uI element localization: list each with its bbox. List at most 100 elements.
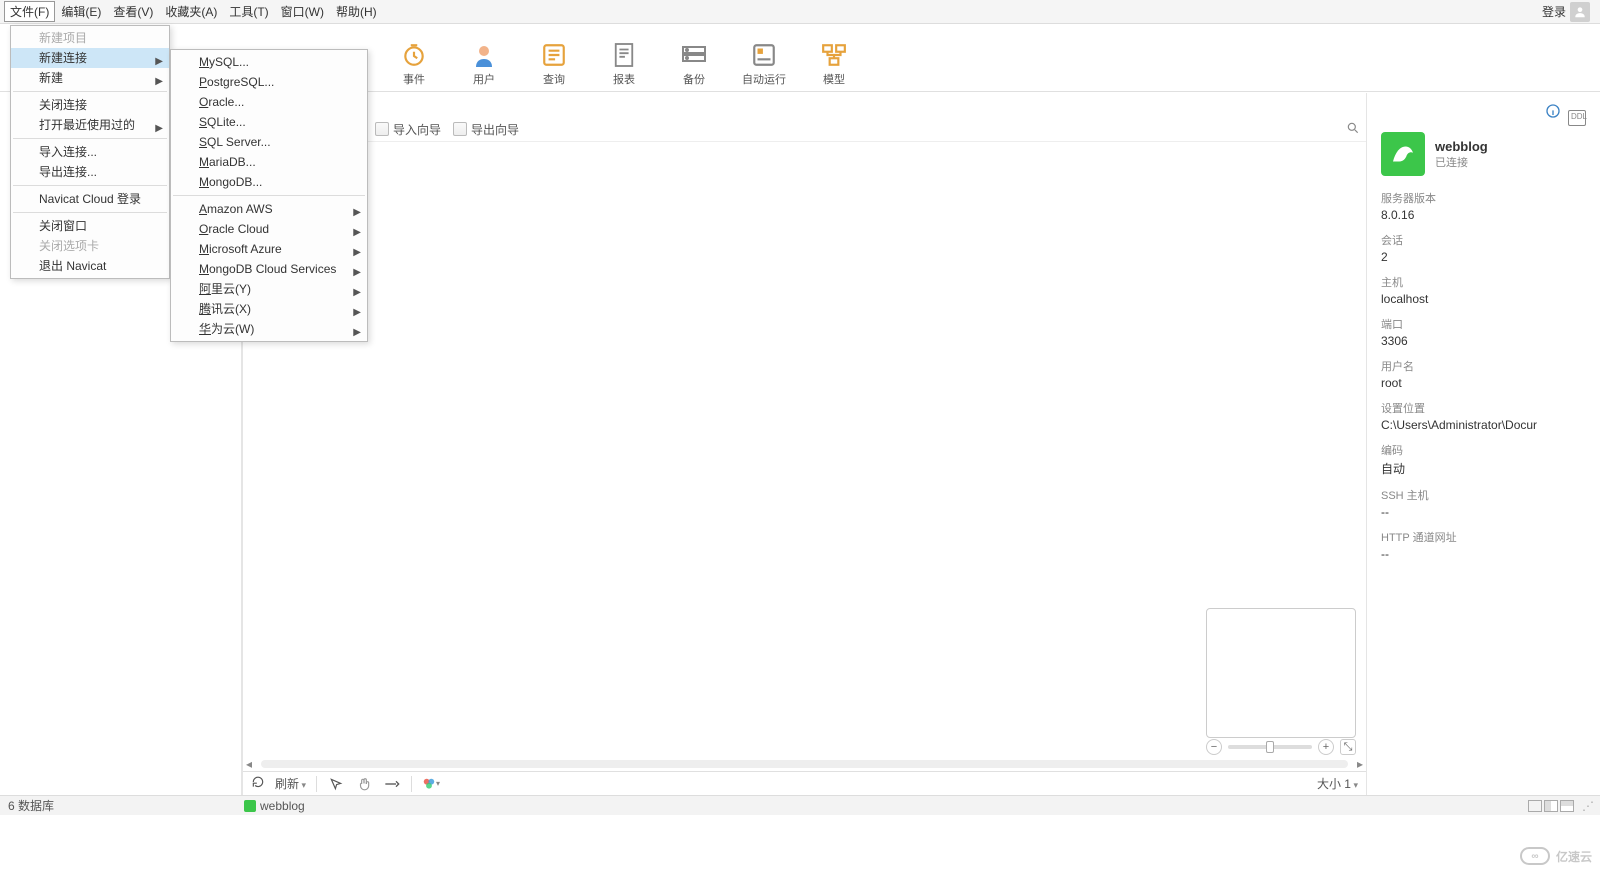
info-field: 用户名root — [1381, 358, 1586, 390]
zoom-knob[interactable] — [1266, 741, 1274, 753]
refresh-button[interactable] — [251, 775, 265, 792]
info-field: 会话2 — [1381, 232, 1586, 264]
field-value: root — [1381, 376, 1586, 390]
horizontal-scrollbar[interactable]: ◂ ▸ — [243, 758, 1366, 770]
menu-item[interactable]: 新建连接▶ — [11, 48, 169, 68]
submenu-item[interactable]: MySQL... — [171, 52, 367, 72]
clock-icon — [398, 41, 430, 69]
info-field: SSH 主机-- — [1381, 487, 1586, 519]
status-conn-label: webblog — [260, 799, 305, 813]
op-label: 导入向导 — [393, 121, 441, 138]
submenu-item[interactable]: Microsoft Azure▶ — [171, 239, 367, 259]
connection-dot-icon — [244, 800, 256, 812]
zoom-slider[interactable] — [1228, 745, 1312, 749]
size-dropdown[interactable]: 大小 1 — [1317, 775, 1358, 792]
field-label: 服务器版本 — [1381, 190, 1586, 206]
search-button[interactable] — [1346, 121, 1360, 138]
tool-user[interactable]: 用户 — [460, 41, 508, 87]
scroll-right-icon[interactable]: ▸ — [1354, 758, 1366, 770]
tool-label: 用户 — [473, 71, 495, 87]
info-field: 设置位置C:\Users\Administrator\Docur — [1381, 400, 1586, 432]
tool-model[interactable]: 模型 — [810, 41, 858, 87]
menu-item[interactable]: 导出连接... — [11, 162, 169, 182]
link-tool[interactable] — [383, 775, 401, 793]
op-export[interactable]: 导出向导 — [453, 121, 519, 138]
mysql-logo-icon — [1381, 132, 1425, 176]
menu-item[interactable]: 退出 Navicat — [11, 256, 169, 276]
backup-icon — [678, 41, 710, 69]
tool-label: 模型 — [823, 71, 845, 87]
tool-backup[interactable]: 备份 — [670, 41, 718, 87]
submenu-item[interactable]: PostgreSQL... — [171, 72, 367, 92]
field-value: localhost — [1381, 292, 1586, 306]
watermark-text: 亿速云 — [1556, 848, 1592, 865]
hand-tool[interactable] — [355, 775, 373, 793]
zoom-controls: − + ⤡ — [1206, 739, 1356, 755]
tool-event[interactable]: 事件 — [390, 41, 438, 87]
scroll-track[interactable] — [261, 760, 1348, 768]
menu-edit[interactable]: 编辑(E) — [55, 1, 107, 22]
new-connection-submenu: MySQL...PostgreSQL...Oracle...SQLite...S… — [170, 49, 368, 342]
info-field: 主机 localhost — [1381, 274, 1586, 306]
submenu-item[interactable]: SQL Server... — [171, 132, 367, 152]
submenu-item[interactable]: 腾讯云(X)▶ — [171, 299, 367, 319]
status-bar: 6 数据库 webblog ⋰ — [0, 795, 1600, 815]
object-toolbar: 新建表 删除表 导入向导 导出向导 — [243, 117, 1366, 141]
menu-item[interactable]: 打开最近使用过的▶ — [11, 115, 169, 135]
zoom-in-button[interactable]: + — [1318, 739, 1334, 755]
op-label: 导出向导 — [471, 121, 519, 138]
menu-fav[interactable]: 收藏夹(A) — [159, 1, 223, 22]
resize-grip-icon[interactable]: ⋰ — [1582, 799, 1592, 813]
menu-view[interactable]: 查看(V) — [107, 1, 159, 22]
menu-item[interactable]: Navicat Cloud 登录 — [11, 189, 169, 209]
status-db-count: 6 数据库 — [8, 797, 244, 814]
menu-item[interactable]: 导入连接... — [11, 142, 169, 162]
field-value: C:\Users\Administrator\Docur — [1381, 418, 1586, 432]
menu-help[interactable]: 帮助(H) — [330, 1, 383, 22]
info-icon[interactable] — [1543, 103, 1561, 119]
menu-tools[interactable]: 工具(T) — [223, 1, 274, 22]
scroll-left-icon[interactable]: ◂ — [243, 758, 255, 770]
submenu-item[interactable]: Oracle... — [171, 92, 367, 112]
status-connection: webblog — [244, 799, 305, 813]
zoom-out-button[interactable]: − — [1206, 739, 1222, 755]
info-panel: DDL webblog 已连接 服务器版本8.0.16会话2主机localhos… — [1366, 93, 1600, 795]
submenu-item[interactable]: SQLite... — [171, 112, 367, 132]
login-link[interactable]: 登录 — [1542, 2, 1596, 22]
minimap[interactable] — [1206, 608, 1356, 738]
refresh-dropdown[interactable]: 刷新 — [275, 775, 306, 792]
import-icon — [375, 122, 389, 136]
menu-item[interactable]: 关闭窗口 — [11, 216, 169, 236]
tool-label: 自动运行 — [742, 71, 786, 87]
info-field: 编码自动 — [1381, 442, 1586, 477]
pointer-tool[interactable] — [327, 775, 345, 793]
menu-item[interactable]: 关闭连接 — [11, 95, 169, 115]
view-mode-icons[interactable] — [1528, 800, 1574, 812]
tool-query[interactable]: 查询 — [530, 41, 578, 87]
query-icon — [538, 41, 570, 69]
color-tool[interactable]: ▾ — [422, 775, 440, 793]
menu-file[interactable]: 文件(F) — [4, 1, 55, 22]
submenu-item[interactable]: 华为云(W)▶ — [171, 319, 367, 339]
submenu-item[interactable]: MongoDB... — [171, 172, 367, 192]
menu-window[interactable]: 窗口(W) — [275, 1, 330, 22]
field-label: 端口 — [1381, 316, 1586, 332]
menubar: 文件(F) 编辑(E) 查看(V) 收藏夹(A) 工具(T) 窗口(W) 帮助(… — [0, 0, 1600, 24]
menu-item: 新建项目 — [11, 28, 169, 48]
zoom-fit-button[interactable]: ⤡ — [1340, 739, 1356, 755]
submenu-item[interactable]: MariaDB... — [171, 152, 367, 172]
op-import[interactable]: 导入向导 — [375, 121, 441, 138]
field-label: 会话 — [1381, 232, 1586, 248]
ddl-icon[interactable]: DDL — [1568, 110, 1586, 126]
field-label: 主机 — [1381, 274, 1586, 290]
menu-item: 关闭选项卡 — [11, 236, 169, 256]
submenu-item[interactable]: Oracle Cloud▶ — [171, 219, 367, 239]
model-icon — [818, 41, 850, 69]
tool-report[interactable]: 报表 — [600, 41, 648, 87]
submenu-item[interactable]: MongoDB Cloud Services▶ — [171, 259, 367, 279]
file-dropdown-menu: 新建项目新建连接▶新建▶ 关闭连接打开最近使用过的▶ 导入连接...导出连接... N… — [10, 25, 170, 279]
tool-auto[interactable]: 自动运行 — [740, 41, 788, 87]
submenu-item[interactable]: 阿里云(Y)▶ — [171, 279, 367, 299]
submenu-item[interactable]: Amazon AWS▶ — [171, 199, 367, 219]
menu-item[interactable]: 新建▶ — [11, 68, 169, 88]
